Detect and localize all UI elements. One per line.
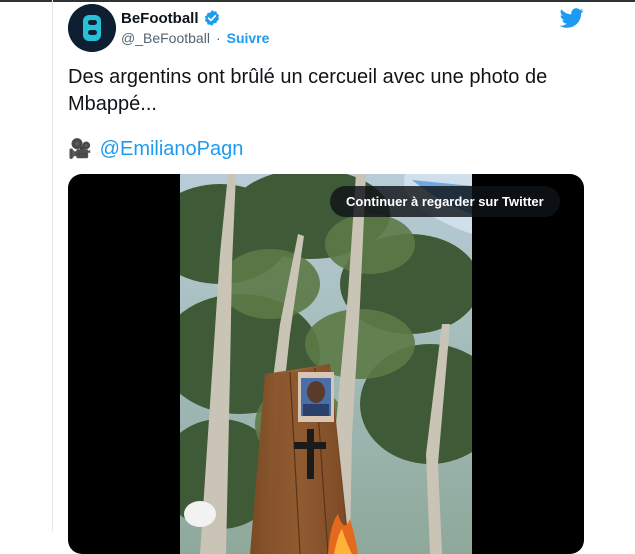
video-credit: 🎥 @EmilianoPagn [68,137,243,161]
avatar[interactable] [68,4,116,52]
author-handle[interactable]: @_BeFootball [121,30,210,46]
twitter-bird-icon[interactable] [560,6,584,30]
author-display-name[interactable]: BeFootball [121,10,199,27]
follow-button[interactable]: Suivre [227,30,270,46]
video-player[interactable]: Continuer à regarder sur Twitter [68,174,584,554]
author-handle-row: @_BeFootball · Suivre [121,30,269,46]
befootball-logo-icon [68,4,116,52]
mention-link[interactable]: @EmilianoPagn [100,138,244,161]
verified-badge-icon [204,10,219,26]
video-thumbnail [180,174,472,554]
tweet-text: Des argentins ont brûlé un cercueil avec… [68,66,548,115]
separator-dot: · [215,30,221,46]
author-name-row: BeFootball [121,8,221,28]
continue-watching-button[interactable]: Continuer à regarder sur Twitter [330,186,560,217]
video-camera-icon: 🎥 [68,139,92,160]
